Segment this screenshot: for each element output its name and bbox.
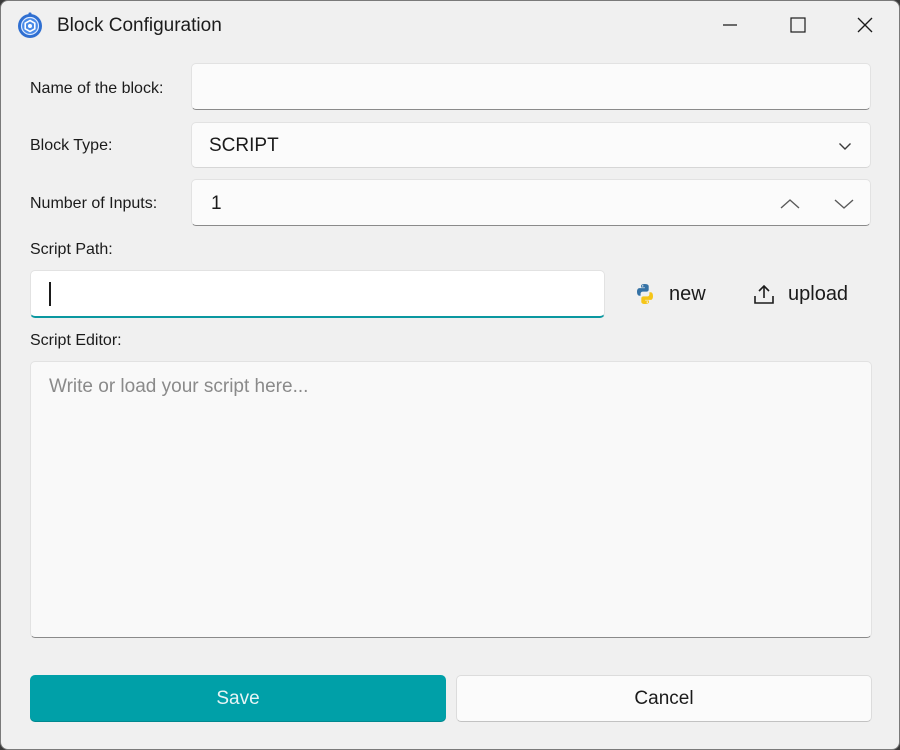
script-editor[interactable]	[30, 361, 872, 638]
minimize-icon	[723, 24, 737, 26]
cancel-button[interactable]: Cancel	[456, 675, 872, 722]
script-editor-textarea[interactable]	[31, 362, 871, 637]
save-button[interactable]: Save	[30, 675, 446, 722]
app-logo-icon	[18, 12, 42, 38]
script-editor-label: Script Editor:	[30, 332, 122, 349]
inputs-label: Number of Inputs:	[30, 195, 158, 212]
new-script-button[interactable]: new	[633, 277, 706, 311]
upload-icon	[754, 284, 774, 304]
maximize-icon	[790, 17, 806, 33]
name-label: Name of the block:	[30, 80, 164, 97]
inputs-value[interactable]: 1	[211, 193, 222, 215]
close-button[interactable]	[832, 1, 898, 49]
upload-script-button[interactable]: upload	[752, 277, 848, 311]
script-path-label: Script Path:	[30, 241, 113, 258]
chevron-down-icon	[839, 143, 851, 150]
script-path-input[interactable]	[30, 270, 605, 318]
title-bar: Block Configuration	[1, 1, 899, 51]
block-name-input[interactable]	[192, 64, 870, 109]
new-script-label: new	[669, 282, 706, 305]
window-title: Block Configuration	[57, 15, 222, 36]
minimize-button[interactable]	[697, 1, 763, 49]
python-icon	[637, 284, 653, 304]
block-type-label: Block Type:	[30, 137, 113, 154]
inputs-spinbox[interactable]: 1	[191, 179, 871, 226]
block-configuration-dialog: Block Configuration Name of the block: B…	[0, 0, 900, 750]
close-icon	[857, 17, 873, 33]
text-caret	[49, 282, 51, 306]
chevron-down-icon[interactable]	[832, 195, 856, 213]
upload-script-label: upload	[788, 282, 849, 305]
block-name-field[interactable]	[191, 63, 871, 110]
chevron-up-icon[interactable]	[778, 195, 802, 213]
block-type-select[interactable]: SCRIPT	[191, 122, 871, 168]
maximize-button[interactable]	[765, 1, 831, 49]
block-type-value: SCRIPT	[209, 135, 279, 156]
